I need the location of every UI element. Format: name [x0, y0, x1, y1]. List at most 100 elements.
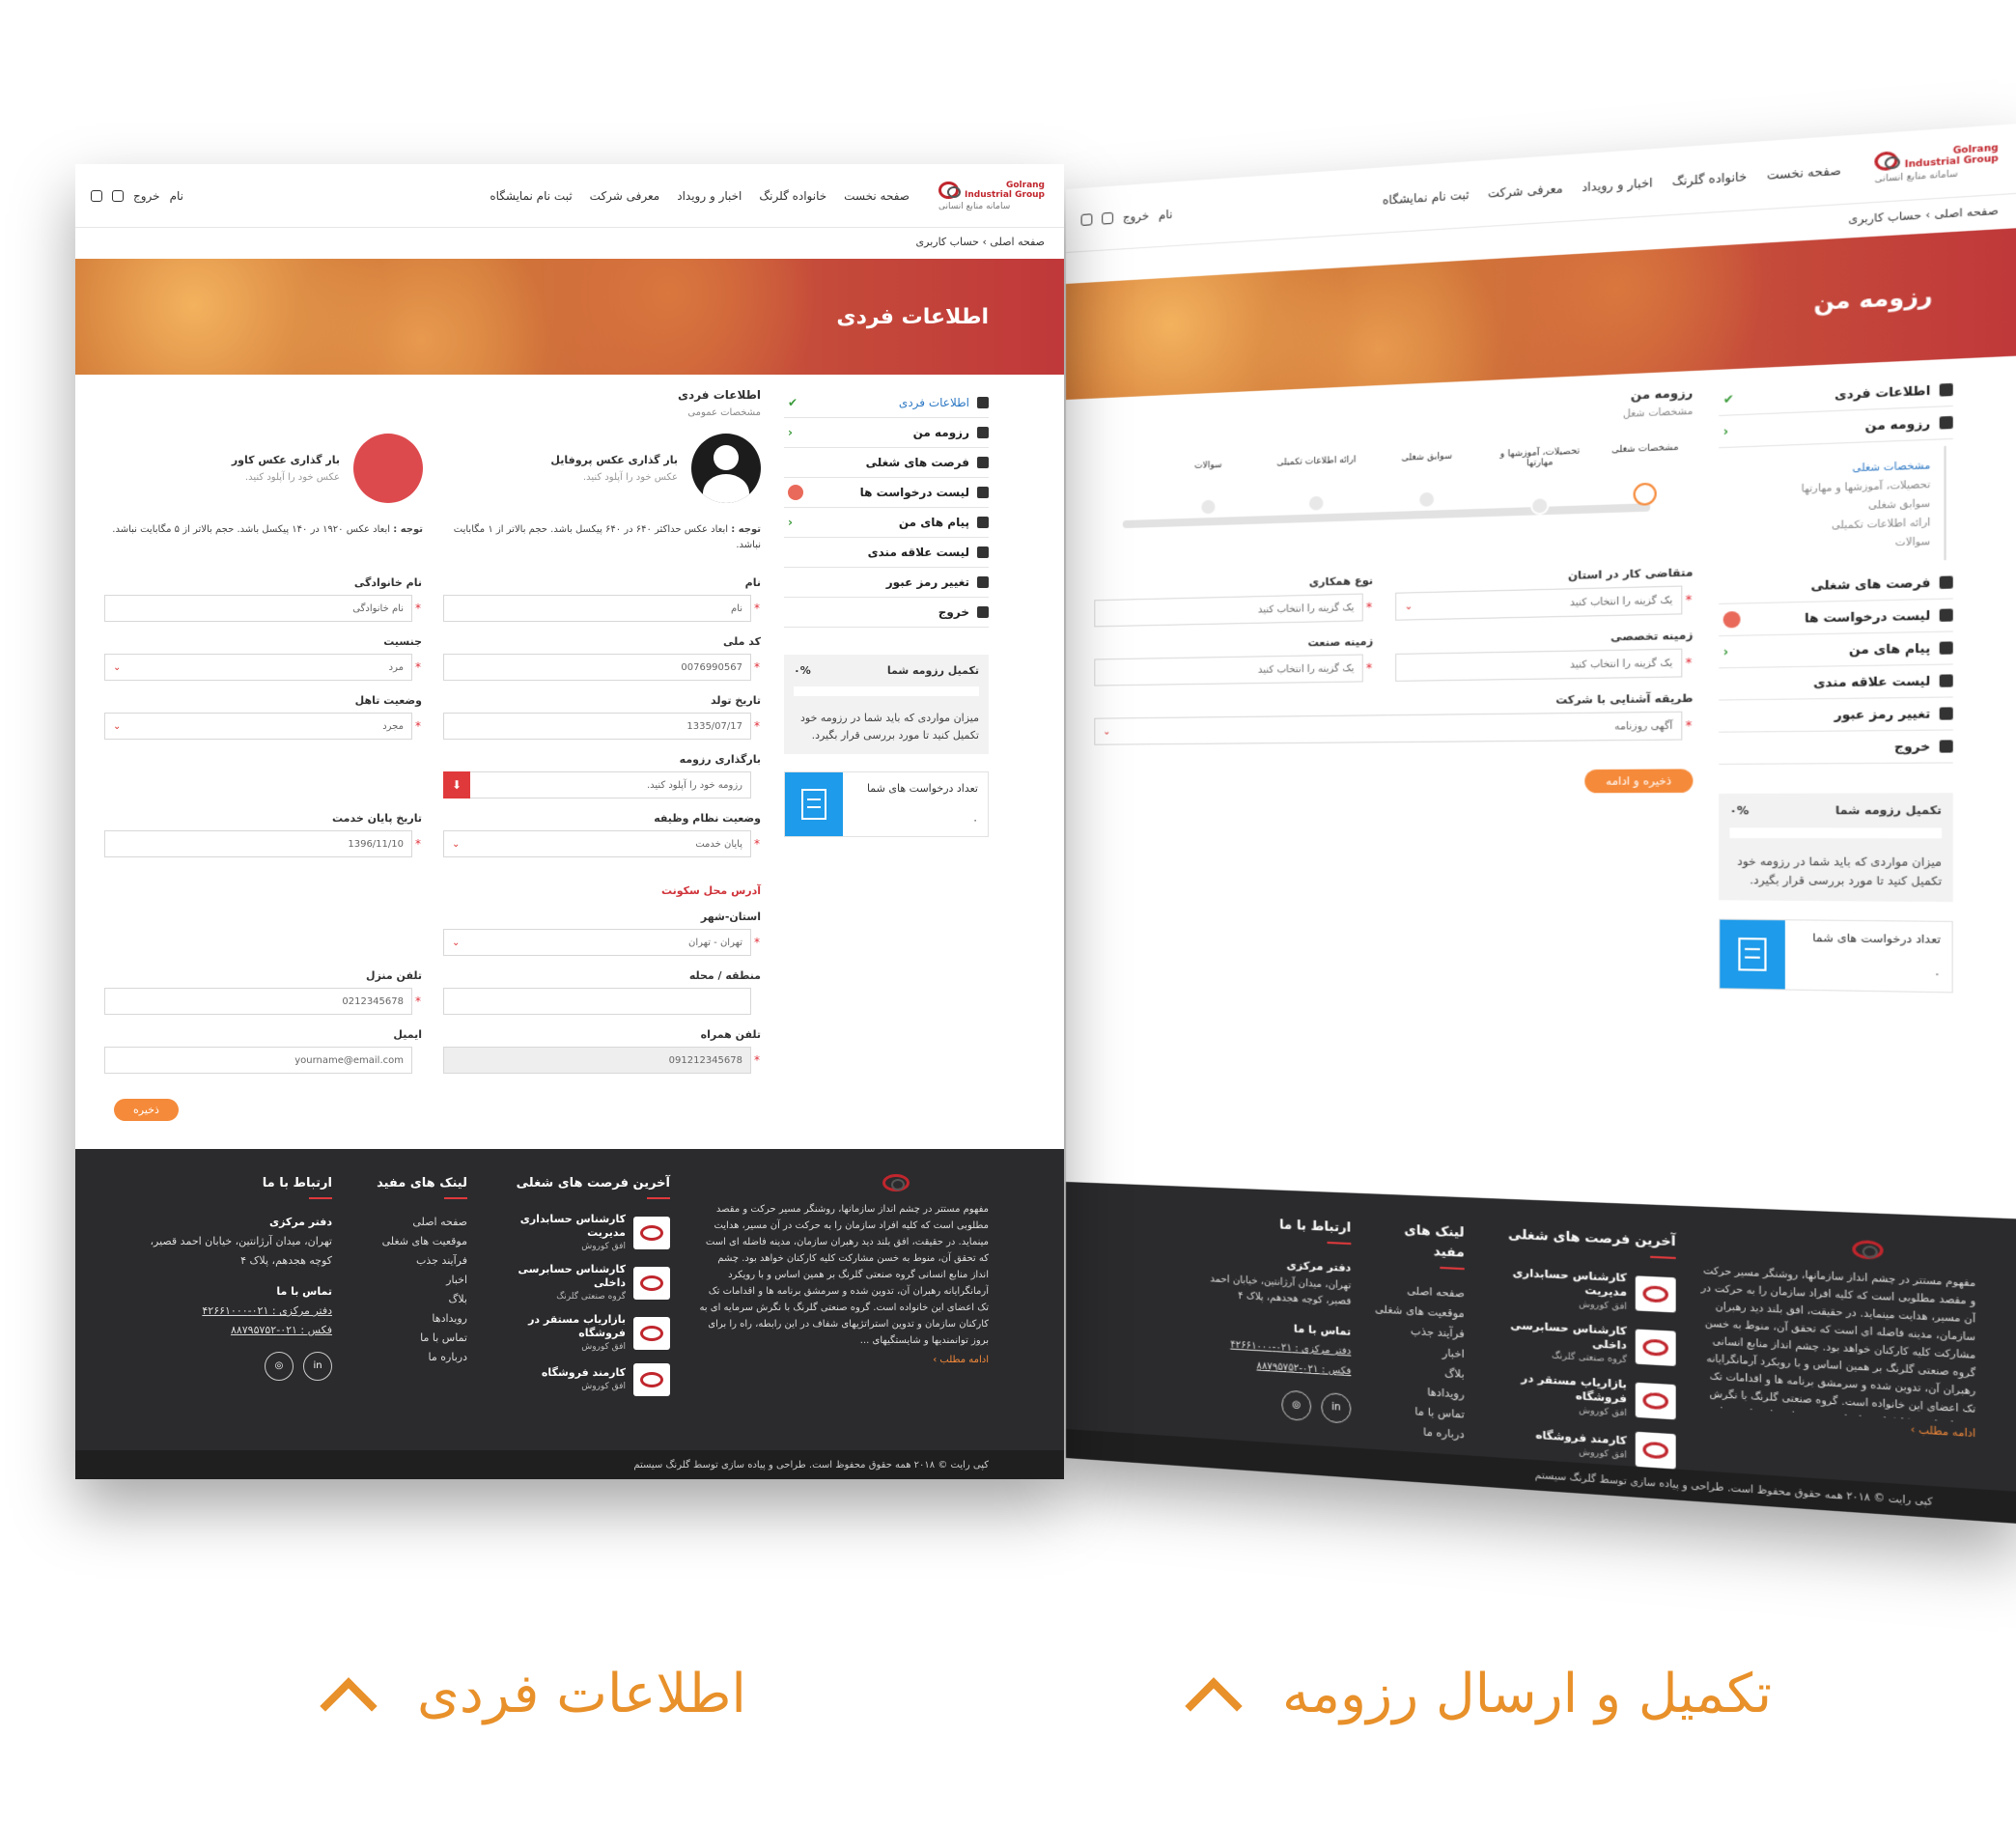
province-select[interactable]: تهران - تهران * ⌄	[443, 929, 760, 956]
site-logo[interactable]: Golrang Industrial Group سامانه منابع ان…	[1874, 143, 1999, 184]
fax-link[interactable]: فکس : ۰۲۱-۸۸۷۹۵۷۵۲	[139, 1321, 332, 1340]
read-more-link[interactable]: ادامه مطلب ›	[1911, 1424, 1976, 1440]
nav-news[interactable]: اخبار و رویداد	[677, 189, 742, 203]
instagram-icon[interactable]	[1080, 212, 1093, 226]
nav-company[interactable]: معرفی شرکت	[1488, 181, 1563, 200]
linkedin-icon[interactable]: in	[303, 1352, 332, 1381]
profile-upload-label[interactable]: بار گذاری عکس پروفایل	[550, 454, 678, 466]
first-name-input[interactable]: نام *	[443, 595, 760, 622]
user-name[interactable]: نام	[170, 189, 183, 203]
instagram-icon[interactable]: ◎	[265, 1352, 294, 1381]
sidebar-item-logout[interactable]: خروج	[784, 598, 989, 628]
footer-link[interactable]: درباره ما	[361, 1348, 467, 1367]
job-thumb	[1635, 1382, 1676, 1420]
footer-job-item[interactable]: کارشناس حسابداری مدیریت افق کوروش	[1487, 1265, 1676, 1317]
footer-job-item[interactable]: کارشناس حسابرسی داخلی گروه صنعتی گلرنگ	[1487, 1317, 1676, 1370]
profile-upload-hint: عکس خود را آپلود کنید.	[582, 472, 678, 483]
select-specialty[interactable]: یک گزینه را انتخاب کنید *	[1395, 648, 1692, 682]
nav-news[interactable]: اخبار و رویداد	[1582, 175, 1653, 194]
select-value: پایان خدمت	[695, 838, 742, 850]
footer-job-item[interactable]: بازاریاب مستقر در فروشگاه افق کوروش	[496, 1313, 670, 1354]
logout-link[interactable]: خروج	[133, 189, 160, 203]
sidebar-item-requests[interactable]: لیست درخواست ها	[784, 478, 989, 508]
select-job-province[interactable]: یک گزینه را انتخاب کنید * ⌄	[1395, 585, 1692, 621]
nav-company[interactable]: معرفی شرکت	[590, 189, 660, 203]
birth-date-input[interactable]: 1335/07/17 *	[443, 713, 760, 740]
progress-desc: میزان مواردی که باید شما در رزومه خود تک…	[1737, 854, 1943, 888]
email-input[interactable]: yourname@email.com	[104, 1047, 412, 1074]
read-more-link[interactable]: ادامه مطلب ›	[933, 1355, 989, 1365]
sidebar-item-favorites[interactable]: لیست علاقه مندی	[784, 538, 989, 568]
sidebar-item-personal[interactable]: اطلاعات فردی ✔	[784, 388, 989, 418]
avatar[interactable]	[691, 434, 761, 503]
cover-upload-label[interactable]: بار گذاری عکس کاور	[232, 454, 340, 466]
sidebar-item-jobs[interactable]: فرصت های شغلی	[784, 448, 989, 478]
linkedin-icon[interactable]	[1102, 211, 1113, 225]
sidebar-item-label: اطلاعات فردی	[898, 396, 969, 409]
sidebar-item-resume[interactable]: رزومه من ‹	[784, 418, 989, 448]
user-name[interactable]: نام	[1159, 207, 1172, 221]
select-industry[interactable]: یک گزینه را انتخاب کنید *	[1094, 654, 1372, 686]
save-continue-button[interactable]: ذخیره و ادامه	[1584, 769, 1694, 794]
nav-home[interactable]: صفحه نخست	[1767, 162, 1841, 182]
footer-job-item[interactable]: کارمند فروشگاه افق کوروش	[496, 1363, 670, 1396]
sidebar-item-password[interactable]: تغییر رمز عبور	[1719, 697, 1953, 733]
save-button[interactable]: ذخیره	[114, 1099, 179, 1121]
nav-family[interactable]: خانواده گلرنگ	[759, 189, 826, 203]
marital-select[interactable]: مجرد * ⌄	[104, 713, 421, 740]
breadcrumb-home[interactable]: صفحه اصلی	[1934, 204, 1998, 221]
cover-thumbnail[interactable]	[353, 434, 423, 503]
footer-link[interactable]: اخبار	[361, 1271, 467, 1290]
step-experience[interactable]: سوابق شغلی	[1382, 451, 1473, 511]
nav-exhibition[interactable]: ثبت نام نمایشگاه	[1383, 187, 1470, 207]
nav-exhibition[interactable]: ثبت نام نمایشگاه	[490, 189, 572, 203]
footer-link[interactable]: صفحه اصلی	[361, 1213, 467, 1232]
sidebar-item-requests[interactable]: لیست درخواست ها	[1719, 599, 1953, 637]
gender-select[interactable]: مرد * ⌄	[104, 654, 421, 681]
breadcrumb-home[interactable]: صفحه اصلی	[990, 236, 1045, 248]
field-label: طریقه آشنایی با شرکت	[1555, 691, 1694, 707]
mobile-input[interactable]: 091212345678 *	[443, 1047, 760, 1074]
instagram-icon[interactable]: ◎	[1281, 1389, 1312, 1422]
footer-job-item[interactable]: کارشناس حسابداری مدیریت افق کوروش	[496, 1213, 670, 1253]
region-input[interactable]	[443, 988, 751, 1015]
military-select[interactable]: پایان خدمت * ⌄	[443, 830, 760, 857]
home-phone-input[interactable]: 0212345678 *	[104, 988, 421, 1015]
resume-stepper: مشخصات شغلی تحصیلات، آموزشها و مهارتها س…	[1094, 442, 1693, 552]
sidebar-item-logout[interactable]: خروج	[1719, 730, 1953, 765]
personal-info-form: اطلاعات فردی مشخصات عمومی بار گذاری عکس …	[104, 388, 761, 1147]
footer-link[interactable]: رویدادها	[361, 1309, 467, 1329]
linkedin-icon[interactable]: in	[1321, 1391, 1352, 1424]
select-coop-type[interactable]: یک گزینه را انتخاب کنید *	[1094, 593, 1372, 628]
sidebar-item-jobs[interactable]: فرصت های شغلی	[1719, 566, 1953, 604]
sidebar-item-password[interactable]: تغییر رمز عبور	[784, 568, 989, 598]
phone-link[interactable]: دفتر مرکزی : ۰۲۱-۴۲۶۶۱۰۰۰	[139, 1302, 332, 1321]
step-questions[interactable]: سوالات	[1164, 460, 1251, 518]
logout-link[interactable]: خروج	[1123, 209, 1149, 224]
step-education[interactable]: تحصیلات، آموزشها و مهارتها	[1494, 446, 1587, 517]
nav-family[interactable]: خانواده گلرنگ	[1672, 169, 1748, 188]
sidebar-item-favorites[interactable]: لیست علاقه مندی	[1719, 664, 1953, 701]
resume-upload-input[interactable]: رزومه خود را آپلود کنید. ⬇	[443, 771, 751, 798]
footer-link[interactable]: بلاگ	[361, 1290, 467, 1309]
national-code-input[interactable]: 0076990567 *	[443, 654, 760, 681]
nav-home[interactable]: صفحه نخست	[844, 189, 910, 203]
sidebar-item-messages[interactable]: پیام های من ‹	[1719, 631, 1953, 669]
select-acquaint[interactable]: آگهی روزنامه * ⌄	[1094, 711, 1692, 745]
last-name-input[interactable]: نام خانوادگی *	[104, 595, 421, 622]
footer-job-item[interactable]: بازاریاب مستقر در فروشگاه افق کوروش	[1487, 1370, 1676, 1424]
footer-job-item[interactable]: کارشناس حسابرسی داخلی گروه صنعتی گلرنگ	[496, 1263, 670, 1303]
step-job-info[interactable]: مشخصات شغلی	[1597, 442, 1693, 507]
footer-link[interactable]: تماس با ما	[361, 1329, 467, 1348]
instagram-icon[interactable]	[91, 189, 102, 202]
linkedin-icon[interactable]	[112, 189, 124, 202]
footer-link[interactable]: موقعیت های شغلی	[361, 1232, 467, 1251]
download-icon[interactable]: ⬇	[443, 771, 470, 798]
sidebar-item-messages[interactable]: پیام های من ‹	[784, 508, 989, 538]
site-logo[interactable]: Golrang Industrial Group سامانه منابع ان…	[938, 181, 1045, 211]
required-mark: *	[1685, 718, 1693, 734]
service-end-input[interactable]: 1396/11/10 *	[104, 830, 421, 857]
progress-value: ۰%	[794, 664, 811, 677]
footer-link[interactable]: فرآیند جذب	[361, 1251, 467, 1271]
step-extra[interactable]: ارائه اطلاعات تکمیلی	[1272, 455, 1361, 514]
